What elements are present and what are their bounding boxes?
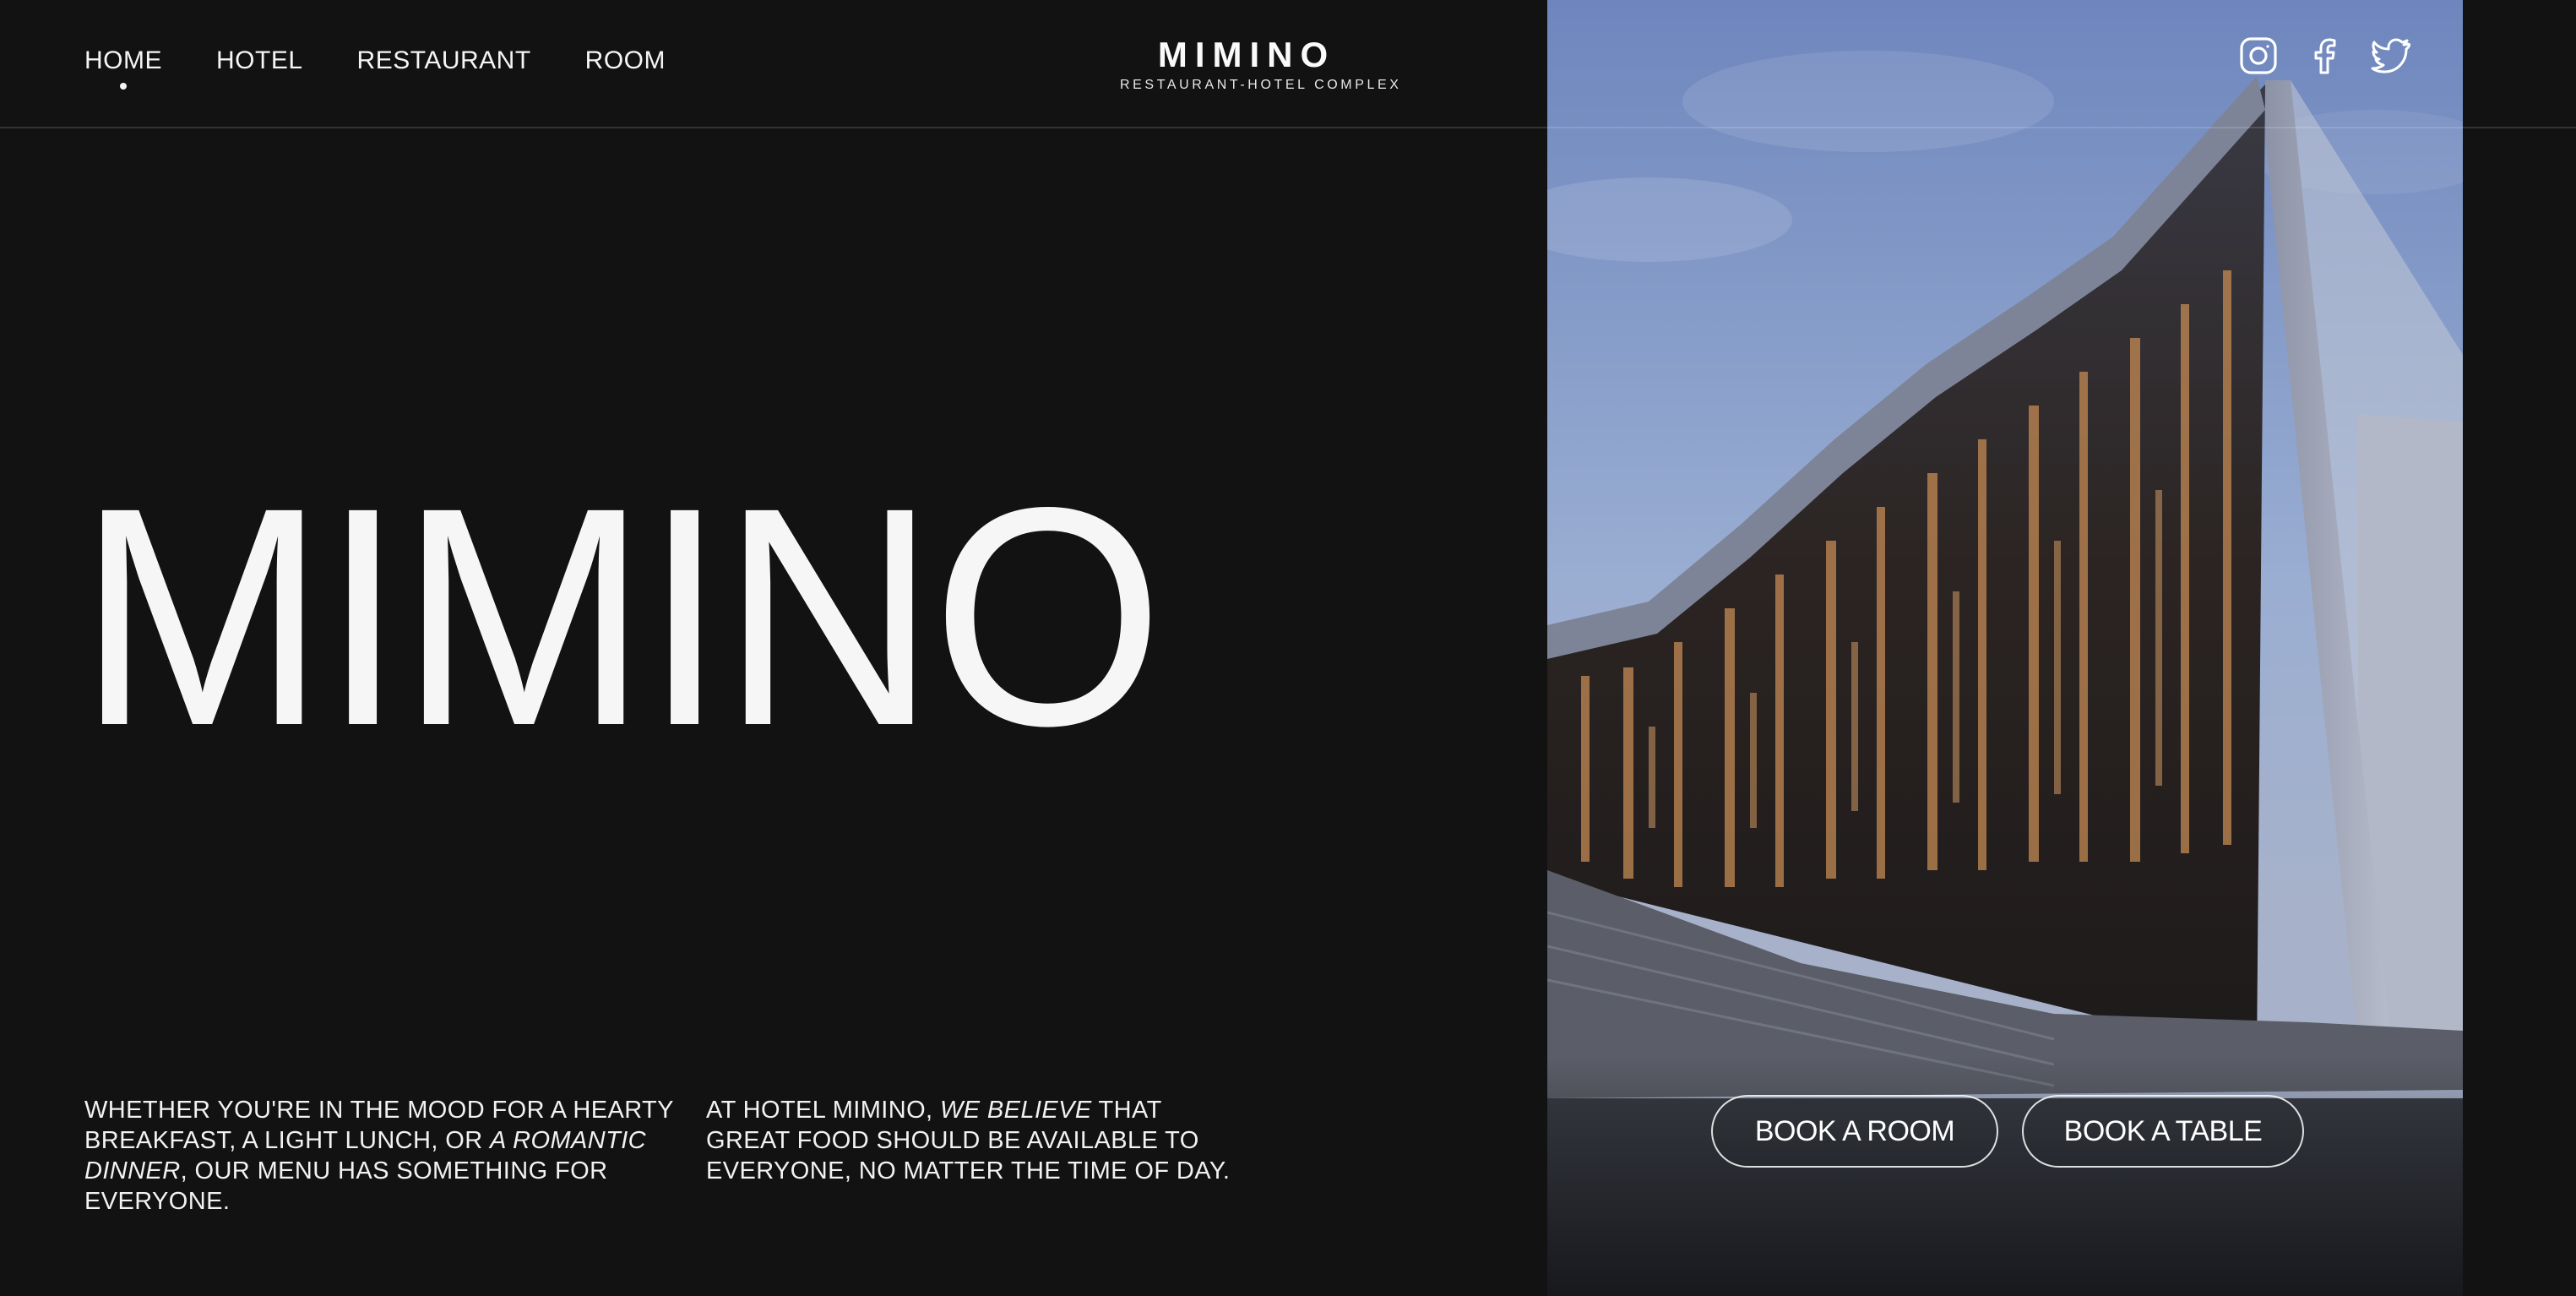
copy-right-emphasis: WE BELIEVE	[939, 1097, 1092, 1124]
nav-item-label: HOTEL	[216, 46, 303, 74]
intro-paragraph-left: WHETHER YOU'RE IN THE MOOD FOR A HEARTY …	[84, 1095, 676, 1217]
nav-item-label: HOME	[84, 46, 162, 74]
instagram-icon[interactable]	[2238, 35, 2279, 76]
hotel-building-photo	[1547, 0, 2463, 1296]
nav-item-label: ROOM	[584, 46, 666, 74]
header-divider	[0, 127, 2576, 128]
book-table-button[interactable]: BOOK A TABLE	[2022, 1095, 2304, 1168]
intro-paragraph-right: AT HOTEL MIMINO, WE BELIEVE THAT GREAT F…	[706, 1095, 1247, 1186]
hotel-building-illustration	[1547, 0, 2463, 1296]
twitter-icon[interactable]	[2370, 35, 2410, 76]
nav-item-home[interactable]: HOME	[84, 44, 162, 90]
site-logo[interactable]: MIMINO RESTAURANT-HOTEL COMPLEX	[1120, 35, 1402, 93]
book-room-button[interactable]: BOOK A ROOM	[1711, 1095, 1998, 1168]
social-links	[2238, 35, 2410, 76]
main-nav: HOME HOTEL RESTAURANT ROOM	[84, 44, 720, 90]
facebook-icon[interactable]	[2304, 35, 2345, 76]
active-indicator-dot	[120, 83, 127, 90]
nav-item-hotel[interactable]: HOTEL	[216, 44, 303, 78]
logo-title: MIMINO	[1157, 35, 1336, 74]
nav-item-label: RESTAURANT	[356, 46, 531, 74]
page-margin-strip	[2463, 0, 2576, 1296]
logo-subtitle: RESTAURANT-HOTEL COMPLEX	[1120, 78, 1402, 92]
nav-item-restaurant[interactable]: RESTAURANT	[357, 44, 531, 78]
nav-item-room[interactable]: ROOM	[585, 44, 666, 78]
copy-right-text-1: AT HOTEL MIMINO,	[706, 1097, 940, 1124]
hero-title: MIMINO	[78, 443, 1164, 790]
